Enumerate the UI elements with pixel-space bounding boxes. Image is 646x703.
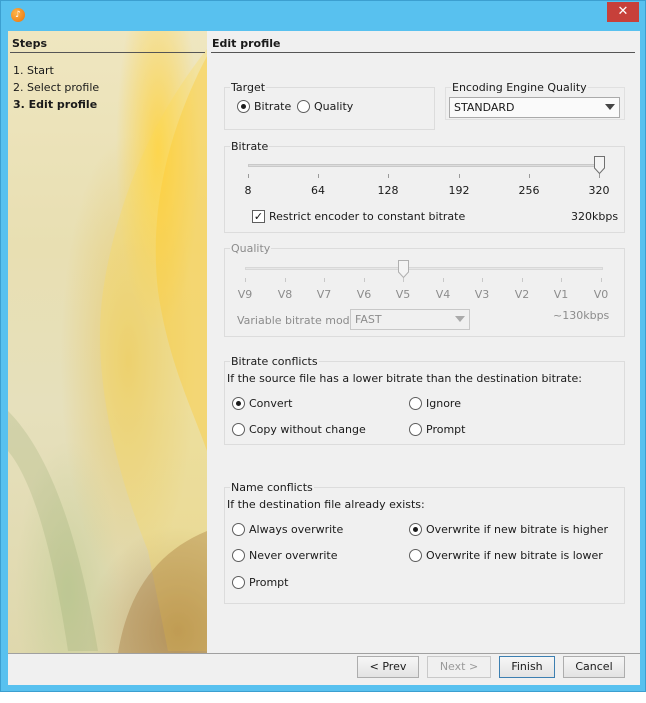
close-button[interactable]: ✕ — [607, 2, 639, 22]
bitrate-tick-label: 256 — [518, 184, 540, 197]
copy-without-change-radio[interactable] — [232, 423, 245, 436]
slider-tick — [364, 278, 365, 282]
vbr-mode-label: Variable bitrate mode — [237, 314, 357, 327]
slider-tick — [245, 278, 246, 282]
title-divider — [211, 52, 635, 53]
bitrate-slider-track[interactable] — [248, 164, 604, 167]
steps-divider — [10, 52, 205, 53]
always-overwrite-label[interactable]: Always overwrite — [249, 523, 343, 536]
bitrate-conflicts-label: Bitrate conflicts — [230, 355, 319, 368]
bitrate-tick-label: 192 — [448, 184, 470, 197]
quality-tick-label: V9 — [237, 288, 253, 301]
target-bitrate-radio[interactable] — [237, 100, 250, 113]
overwrite-if-lower-label[interactable]: Overwrite if new bitrate is lower — [426, 549, 603, 562]
finish-button[interactable]: Finish — [499, 656, 555, 678]
wizard-client-area: Steps 1. Start 2. Select profile 3. Edit… — [8, 31, 640, 685]
decorative-background — [8, 49, 207, 653]
vbr-mode-select[interactable]: FAST — [350, 309, 470, 330]
restrict-bitrate-checkbox[interactable]: ✓ — [252, 210, 265, 223]
quality-tick-label: V7 — [316, 288, 332, 301]
bitrate-tick-label: 8 — [244, 184, 252, 197]
engine-label: Encoding Engine Quality — [451, 81, 588, 94]
slider-tick — [601, 278, 602, 282]
page-title: Edit profile — [212, 37, 281, 50]
quality-tick-label: V8 — [277, 288, 293, 301]
chevron-down-icon — [455, 316, 465, 322]
bitrate-slider-thumb[interactable] — [594, 156, 605, 174]
overwrite-if-higher-label[interactable]: Overwrite if new bitrate is higher — [426, 523, 608, 536]
quality-slider-track[interactable] — [245, 267, 603, 270]
slider-tick — [482, 278, 483, 282]
target-group-label: Target — [230, 81, 267, 94]
ignore-label[interactable]: Ignore — [426, 397, 461, 410]
never-overwrite-radio[interactable] — [232, 549, 245, 562]
overwrite-if-higher-radio[interactable] — [409, 523, 422, 536]
quality-slider-thumb[interactable] — [398, 260, 409, 278]
quality-readout: ~130kbps — [553, 309, 610, 322]
vbr-mode-value: FAST — [355, 313, 382, 326]
name-conflicts-description: If the destination file already exists: — [227, 498, 425, 511]
button-bar-divider — [8, 653, 640, 654]
bitrate-tick-label: 64 — [311, 184, 325, 197]
name-conflicts-label: Name conflicts — [230, 481, 314, 494]
next-button[interactable]: Next > — [427, 656, 491, 678]
music-note-icon: ♪ — [11, 8, 25, 22]
cancel-button[interactable]: Cancel — [563, 656, 625, 678]
quality-tick-label: V6 — [356, 288, 372, 301]
step-edit-profile: 3. Edit profile — [13, 98, 98, 111]
quality-tick-label: V0 — [593, 288, 609, 301]
bitrate-group-label: Bitrate — [230, 140, 270, 153]
slider-tick — [388, 174, 389, 178]
name-prompt-label[interactable]: Prompt — [249, 576, 288, 589]
step-select-profile: 2. Select profile — [13, 81, 100, 94]
prev-button[interactable]: < Prev — [357, 656, 419, 678]
dialog-window: ♪ ✕ Steps 1. Start 2. Select profile 3. … — [0, 0, 646, 692]
slider-tick — [403, 278, 404, 282]
bitrate-conflicts-description: If the source file has a lower bitrate t… — [227, 372, 582, 385]
quality-tick-label: V3 — [474, 288, 490, 301]
convert-label[interactable]: Convert — [249, 397, 293, 410]
target-bitrate-label[interactable]: Bitrate — [254, 100, 291, 113]
quality-tick-label: V2 — [514, 288, 530, 301]
steps-header: Steps — [12, 37, 48, 50]
always-overwrite-radio[interactable] — [232, 523, 245, 536]
engine-quality-select[interactable]: STANDARD — [449, 97, 620, 118]
slider-tick — [522, 278, 523, 282]
ignore-radio[interactable] — [409, 397, 422, 410]
steps-panel: Steps 1. Start 2. Select profile 3. Edit… — [8, 31, 207, 653]
overwrite-if-lower-radio[interactable] — [409, 549, 422, 562]
target-quality-radio[interactable] — [297, 100, 310, 113]
slider-tick — [285, 278, 286, 282]
chevron-down-icon — [605, 104, 615, 110]
slider-tick — [248, 174, 249, 178]
slider-tick — [599, 174, 600, 178]
slider-tick — [318, 174, 319, 178]
slider-tick — [561, 278, 562, 282]
slider-tick — [324, 278, 325, 282]
copy-without-change-label[interactable]: Copy without change — [249, 423, 366, 436]
restrict-bitrate-label[interactable]: Restrict encoder to constant bitrate — [269, 210, 465, 223]
slider-tick — [529, 174, 530, 178]
engine-quality-value: STANDARD — [454, 101, 515, 114]
quality-group-label: Quality — [230, 242, 272, 255]
quality-tick-label: V1 — [553, 288, 569, 301]
title-bar[interactable]: ♪ ✕ — [1, 1, 645, 29]
step-start: 1. Start — [13, 64, 54, 77]
convert-radio[interactable] — [232, 397, 245, 410]
bitrate-tick-label: 128 — [377, 184, 399, 197]
never-overwrite-label[interactable]: Never overwrite — [249, 549, 337, 562]
bitrate-readout: 320kbps — [571, 210, 619, 223]
bitrate-tick-label: 320 — [588, 184, 610, 197]
target-group: Target Bitrate Quality — [224, 81, 435, 130]
slider-tick — [443, 278, 444, 282]
quality-tick-label: V5 — [395, 288, 411, 301]
quality-tick-label: V4 — [435, 288, 451, 301]
target-quality-label[interactable]: Quality — [314, 100, 353, 113]
bitrate-prompt-label[interactable]: Prompt — [426, 423, 465, 436]
slider-tick — [459, 174, 460, 178]
bitrate-prompt-radio[interactable] — [409, 423, 422, 436]
name-prompt-radio[interactable] — [232, 576, 245, 589]
